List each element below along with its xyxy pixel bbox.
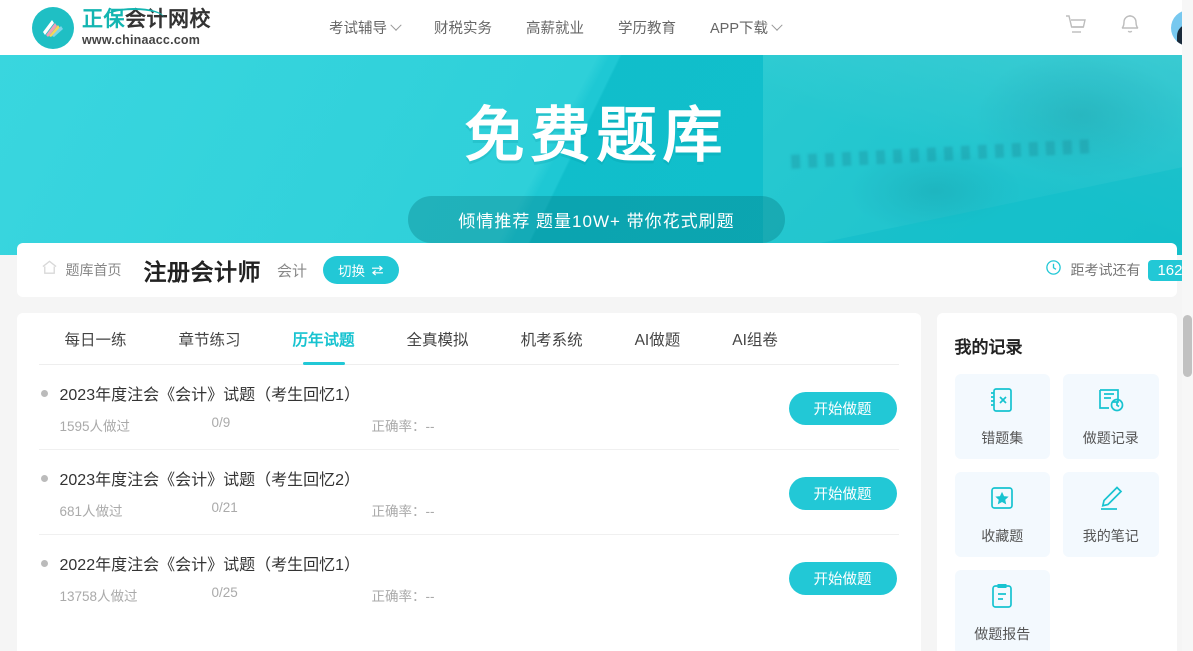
tab-label: 章节练习 [178, 331, 241, 349]
main-menu: 考试辅导 财税实务 高薪就业 学历教育 APP下载 [329, 17, 783, 38]
accuracy-rate: 正确率：-- [371, 419, 435, 434]
tab-linianshiti[interactable]: 历年试题 [267, 313, 381, 365]
sidebar-item-my-notes[interactable]: 我的笔记 [1063, 472, 1159, 557]
tab-label: AI组卷 [732, 331, 778, 349]
sidebar-item-label: 做题报告 [974, 626, 1031, 642]
history-record-icon [1096, 385, 1126, 420]
sidebar-title: 我的记录 [954, 338, 1023, 357]
my-records-panel: 我的记录 错题集 做题记录 收藏题 我的笔记 做题报告 [936, 313, 1177, 651]
cart-icon[interactable] [1063, 13, 1089, 42]
nav-label: 高薪就业 [526, 21, 584, 37]
nav-label: 财税实务 [434, 21, 492, 37]
start-practice-button[interactable]: 开始做题 [788, 561, 897, 595]
nav-item-kaoshifudao[interactable]: 考试辅导 [329, 17, 402, 38]
bullet-icon [40, 474, 48, 482]
exam-countdown: 距考试还有 162 [1045, 243, 1192, 297]
switch-subject-button[interactable]: 切换 [323, 256, 400, 284]
nav-label: 学历教育 [618, 21, 676, 37]
people-count: 681人做过 [59, 504, 123, 519]
sidebar-item-label: 收藏题 [981, 528, 1024, 544]
start-practice-button[interactable]: 开始做题 [788, 476, 897, 510]
accuracy-rate: 正确率：-- [371, 504, 435, 519]
exam-title: 2023年度注会《会计》试题（考生回忆1） [59, 387, 361, 404]
swap-icon [372, 264, 384, 276]
switch-button-label: 切换 [338, 264, 366, 279]
tab-label: AI做题 [634, 331, 681, 349]
bullet-icon [40, 559, 48, 567]
top-navigation-bar: 正保会计网校 www.chinaacc.com 考试辅导 财税实务 高薪就业 学… [0, 0, 1193, 55]
tab-ai-zuoti[interactable]: AI做题 [609, 313, 707, 365]
page-title: 注册会计师 [143, 259, 261, 285]
tab-zhangjielianxi[interactable]: 章节练习 [153, 313, 267, 365]
nav-item-xuelijiaoyu[interactable]: 学历教育 [618, 17, 676, 38]
tab-label: 历年试题 [292, 331, 355, 349]
sidebar-item-label: 做题记录 [1082, 430, 1139, 446]
exam-title: 2023年度注会《会计》试题（考生回忆2） [59, 472, 361, 489]
sidebar-item-wrong-questions[interactable]: 错题集 [954, 374, 1050, 459]
home-icon [41, 259, 58, 281]
banner-subtitle: 倾情推荐 题量10W+ 带你花式刷题 [408, 196, 785, 243]
book-logo-icon [32, 6, 74, 49]
tab-meiriyilian[interactable]: 每日一练 [39, 313, 153, 365]
question-bank-panel: 每日一练 章节练习 历年试题 全真模拟 机考系统 AI做题 AI组卷 2023年… [16, 313, 921, 651]
header-actions [1063, 0, 1193, 55]
nav-item-caishuishiwu[interactable]: 财税实务 [434, 17, 492, 38]
pencil-icon [1096, 483, 1126, 518]
tab-label: 每日一练 [64, 331, 127, 349]
breadcrumb-home-link[interactable]: 题库首页 [66, 260, 122, 280]
accuracy-rate: 正确率：-- [371, 589, 435, 604]
tab-quanzhenmoni[interactable]: 全真模拟 [381, 313, 495, 365]
people-count: 13758人做过 [59, 589, 138, 604]
chevron-down-icon [390, 19, 402, 31]
tab-ai-zujuan[interactable]: AI组卷 [706, 313, 804, 365]
page-scrollbar[interactable] [1182, 0, 1193, 651]
sidebar-item-practice-history[interactable]: 做题记录 [1063, 374, 1159, 459]
nav-item-gaoxinjiuye[interactable]: 高薪就业 [526, 17, 584, 38]
nav-label: 考试辅导 [329, 21, 387, 37]
table-row[interactable]: 2023年度注会《会计》试题（考生回忆2） 681人做过 0/21 正确率：--… [38, 450, 899, 535]
clock-icon [1045, 259, 1062, 281]
table-row[interactable]: 2023年度注会《会计》试题（考生回忆1） 1595人做过 0/9 正确率：--… [38, 365, 899, 450]
site-logo[interactable]: 正保会计网校 www.chinaacc.com [32, 6, 211, 49]
progress-count: 0/25 [211, 585, 238, 600]
sidebar-item-favorites[interactable]: 收藏题 [954, 472, 1050, 557]
tab-jikaoxitong[interactable]: 机考系统 [495, 313, 609, 365]
tab-label: 全真模拟 [406, 331, 469, 349]
bell-icon[interactable] [1119, 13, 1141, 42]
progress-count: 0/21 [211, 500, 238, 515]
start-practice-button[interactable]: 开始做题 [788, 391, 897, 425]
hero-banner: 免费题库 倾情推荐 题量10W+ 带你花式刷题 [0, 55, 1193, 255]
sidebar-item-label: 我的笔记 [1082, 528, 1139, 544]
countdown-label: 距考试还有 [1070, 262, 1141, 278]
nav-item-appxiazai[interactable]: APP下载 [710, 17, 783, 38]
bullet-icon [40, 389, 48, 397]
clipboard-report-icon [987, 581, 1017, 616]
table-row[interactable]: 2022年度注会《会计》试题（考生回忆1） 13758人做过 0/25 正确率：… [39, 535, 899, 619]
logo-url: www.chinaacc.com [82, 32, 201, 47]
chevron-down-icon [771, 19, 783, 31]
banner-title: 免费题库 [464, 102, 729, 169]
wrong-question-book-icon [987, 385, 1017, 420]
tab-bar: 每日一练 章节练习 历年试题 全真模拟 机考系统 AI做题 AI组卷 [38, 313, 899, 365]
exam-title: 2022年度注会《会计》试题（考生回忆1） [59, 557, 361, 574]
people-count: 1595人做过 [59, 419, 131, 434]
breadcrumb: 题库首页 注册会计师 会计 切换 距考试还有 162 [16, 243, 1192, 297]
sidebar-shortcut-grid: 错题集 做题记录 收藏题 我的笔记 做题报告 [954, 374, 1159, 651]
nav-label: APP下载 [710, 21, 769, 37]
scrollbar-thumb[interactable] [1183, 315, 1192, 377]
subject-label: 会计 [277, 262, 308, 280]
star-box-icon [987, 483, 1017, 518]
tab-label: 机考系统 [520, 331, 583, 349]
sidebar-item-practice-report[interactable]: 做题报告 [954, 570, 1050, 651]
sidebar-item-label: 错题集 [981, 430, 1024, 446]
progress-count: 0/9 [211, 415, 231, 430]
